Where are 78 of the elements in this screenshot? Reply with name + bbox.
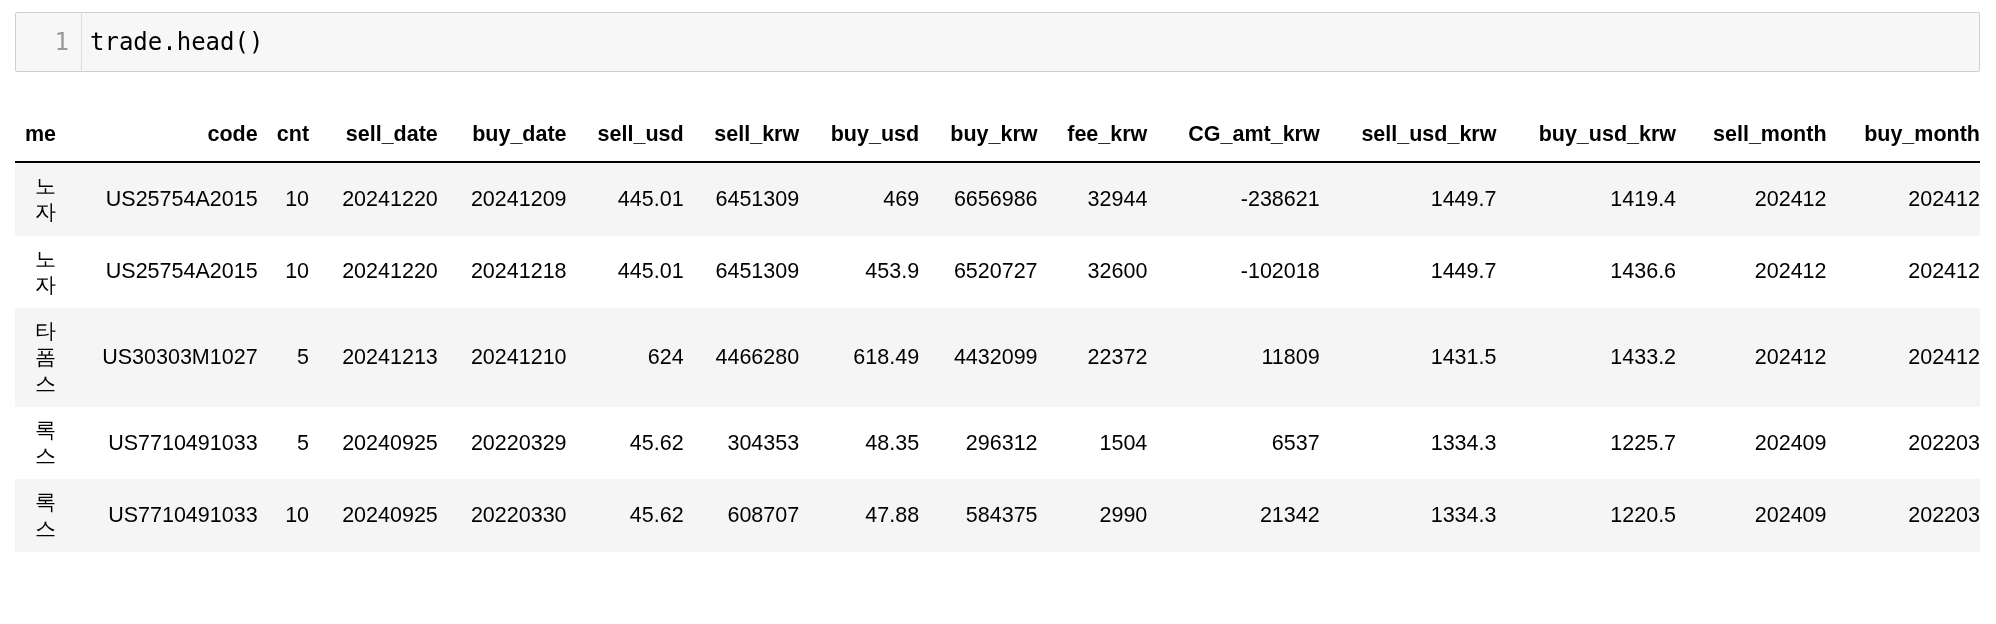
table-cell: 202203 <box>1826 406 1980 480</box>
table-cell: 노 자 <box>35 245 57 298</box>
table-cell: 624 <box>566 308 684 407</box>
table-cell: 1433.2 <box>1496 308 1677 407</box>
table-cell: 1436.6 <box>1496 235 1677 308</box>
table-cell: US30303M1027 <box>56 308 258 407</box>
table-cell: 47.88 <box>799 479 920 552</box>
table-cell: 20241220 <box>309 235 438 308</box>
table-cell: 타 폼 스 <box>35 318 57 397</box>
table-cell: 48.35 <box>799 406 920 480</box>
table-cell: 202412 <box>1826 162 1980 236</box>
table-cell: 10 <box>257 162 310 236</box>
table-cell: 5 <box>257 308 310 407</box>
table-cell: 6451309 <box>683 235 800 308</box>
table-cell: 6537 <box>1147 406 1320 480</box>
table-cell: 21342 <box>1147 479 1320 552</box>
table-cell: 445.01 <box>566 235 684 308</box>
table-cell: 618.49 <box>799 308 920 407</box>
table-cell: 1334.3 <box>1319 479 1497 552</box>
table-cell: 32944 <box>1037 162 1148 236</box>
table-cell: 32600 <box>1037 235 1148 308</box>
table-cell: 1334.3 <box>1319 406 1497 480</box>
table-cell: 10 <box>257 235 310 308</box>
table-cell: 45.62 <box>566 406 684 480</box>
table-cell: -238621 <box>1147 162 1320 236</box>
table-cell: 202412 <box>1826 235 1980 308</box>
table-cell: 296312 <box>919 406 1038 480</box>
table-cell: 6451309 <box>683 162 800 236</box>
table-cell: 45.62 <box>566 479 684 552</box>
table-cell: 469 <box>799 162 920 236</box>
table-cell: 1431.5 <box>1319 308 1497 407</box>
table-cell: 445.01 <box>566 162 684 236</box>
table-cell: 202412 <box>1676 235 1827 308</box>
table-cell: 20241220 <box>309 162 438 236</box>
table-cell: 20241209 <box>437 162 567 236</box>
table-cell: 1220.5 <box>1496 479 1677 552</box>
table-cell: 584375 <box>919 479 1038 552</box>
table-cell: 20240925 <box>309 479 438 552</box>
table-cell-text: 록 스 <box>35 416 57 469</box>
table-cell: 202409 <box>1676 479 1827 552</box>
table-cell: 록 스 <box>35 489 57 542</box>
table-cell: 5 <box>257 406 310 480</box>
table-cell: 10 <box>257 479 310 552</box>
table-cell: 11809 <box>1147 308 1320 407</box>
table-cell: 1419.4 <box>1496 162 1677 236</box>
table-cell: 22372 <box>1037 308 1148 407</box>
table-cell: US25754A2015 <box>56 162 258 236</box>
table-cell: 4466280 <box>683 308 800 407</box>
table-cell: 202412 <box>1676 308 1827 407</box>
code-cell[interactable]: 1 trade.head() <box>15 12 1980 72</box>
table-cell: 608707 <box>683 479 800 552</box>
table-cell: 1504 <box>1037 406 1148 480</box>
line-number: 1 <box>16 13 82 71</box>
table-cell: 20241210 <box>437 308 567 407</box>
table-cell: 1449.7 <box>1319 162 1497 236</box>
table-cell: 20241213 <box>309 308 438 407</box>
table-cell: 1449.7 <box>1319 235 1497 308</box>
table-cell: 4432099 <box>919 308 1038 407</box>
table-cell: -102018 <box>1147 235 1320 308</box>
table-cell: US25754A2015 <box>56 235 258 308</box>
table-cell: 20241218 <box>437 235 567 308</box>
table-cell: 20220330 <box>437 479 567 552</box>
table-cell: 202412 <box>1676 162 1827 236</box>
table-cell: 노 자 <box>35 173 57 226</box>
table-cell: 20220329 <box>437 406 567 480</box>
table-cell: 202412 <box>1826 308 1980 407</box>
table-cell: 304353 <box>683 406 800 480</box>
table-cell: 2990 <box>1037 479 1148 552</box>
table-cell: 453.9 <box>799 235 920 308</box>
table-cell: US7710491033 <box>56 479 258 552</box>
table-cell: 202203 <box>1826 479 1980 552</box>
table-cell: 20240925 <box>309 406 438 480</box>
table-cell: 6656986 <box>919 162 1038 236</box>
code-text: trade.head() <box>89 27 264 58</box>
table-cell: 6520727 <box>919 235 1038 308</box>
table-cell: 202409 <box>1676 406 1827 480</box>
table-cell: US7710491033 <box>56 406 258 480</box>
table-cell: 1225.7 <box>1496 406 1677 480</box>
